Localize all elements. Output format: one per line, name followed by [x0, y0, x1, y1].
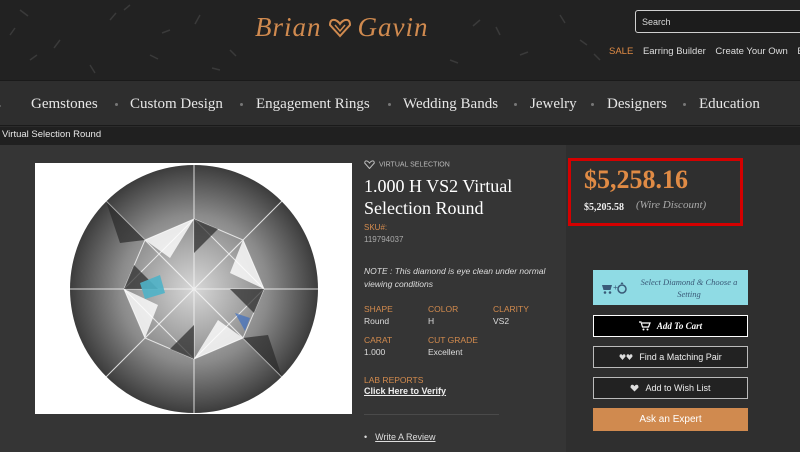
- price: $5,258.16: [584, 165, 688, 194]
- add-to-wish-list-button[interactable]: Add to Wish List: [593, 377, 748, 399]
- nav-item-jewelry[interactable]: Jewelry: [530, 96, 577, 113]
- virtual-selection-tag: VIRTUAL SELECTION: [364, 160, 450, 170]
- write-review: • Write A Review: [364, 432, 436, 442]
- add-to-cart-label: Add To Cart: [656, 321, 703, 331]
- spec-clarity-label: CLARITY: [493, 304, 529, 314]
- select-diamond-label: Select Diamond & Choose a Setting: [640, 276, 738, 299]
- diamond-image[interactable]: [35, 163, 352, 414]
- spec-shape-label: SHAPE: [364, 304, 393, 314]
- nav-separator: [683, 103, 686, 106]
- nav-item-designers[interactable]: Designers: [607, 96, 667, 113]
- ask-an-expert-button[interactable]: Ask an Expert: [593, 408, 748, 431]
- hearts-icon: [619, 354, 633, 360]
- find-matching-pair-label: Find a Matching Pair: [639, 352, 722, 362]
- spec-carat-value: 1.000: [364, 347, 386, 357]
- spec-color-value: H: [428, 316, 435, 326]
- brand-logo[interactable]: Brian Gavin: [255, 12, 429, 45]
- review-bullet: •: [364, 432, 368, 442]
- spec-shape-value: Round: [364, 316, 390, 326]
- top-link-sale[interactable]: SALE: [609, 46, 633, 57]
- nav-separator: [240, 103, 243, 106]
- nav-separator: [591, 103, 594, 106]
- nav-item-education[interactable]: Education: [699, 96, 760, 113]
- site-header: Brian Gavin SALE Earring Builder Create Y…: [0, 0, 800, 80]
- top-link-create-your-own[interactable]: Create Your Own: [715, 46, 787, 57]
- ring-icon: +: [602, 281, 627, 294]
- add-to-wish-list-label: Add to Wish List: [645, 383, 711, 393]
- top-link-earring-builder[interactable]: Earring Builder: [643, 46, 706, 57]
- spec-carat-label: CARAT: [364, 335, 393, 345]
- select-diamond-button[interactable]: + Select Diamond & Choose a Setting: [593, 270, 748, 305]
- heart-diamond-icon: [364, 160, 375, 170]
- divider: [364, 414, 499, 415]
- nav-separator: [388, 103, 391, 106]
- sku-value: 119794037: [364, 235, 404, 244]
- spec-cut-grade-label: CUT GRADE: [428, 335, 478, 345]
- nav-item-custom-design[interactable]: Custom Design: [130, 96, 223, 113]
- virtual-selection-label: VIRTUAL SELECTION: [379, 161, 450, 169]
- spec-color-label: COLOR: [428, 304, 459, 314]
- clarity-note: NOTE : This diamond is eye clean under n…: [364, 266, 546, 289]
- verify-link[interactable]: Click Here to Verify: [364, 386, 446, 396]
- logo-text-right: Gavin: [357, 12, 429, 42]
- wire-discount-price: $5,205.58: [584, 202, 624, 213]
- heart-diamond-icon: [328, 14, 352, 45]
- nav-separator: [514, 103, 517, 106]
- spec-clarity-value: VS2: [493, 316, 510, 326]
- top-links: SALE Earring Builder Create Your Own Bl: [609, 46, 800, 57]
- nav-item-previous[interactable]: s: [0, 96, 1, 113]
- nav-item-engagement-rings[interactable]: Engagement Rings: [256, 96, 370, 113]
- main-nav: s Gemstones Custom Design Engagement Rin…: [0, 80, 800, 126]
- nav-item-wedding-bands[interactable]: Wedding Bands: [403, 96, 498, 113]
- sku-label: SKU#:: [364, 223, 388, 232]
- svg-text:+: +: [613, 283, 618, 292]
- nav-item-gemstones[interactable]: Gemstones: [31, 96, 98, 113]
- search-input[interactable]: [635, 10, 800, 33]
- diamond-illustration: [70, 165, 318, 413]
- nav-separator: [115, 103, 118, 106]
- find-matching-pair-button[interactable]: Find a Matching Pair: [593, 346, 748, 368]
- logo-text-left: Brian: [255, 12, 322, 42]
- lab-reports-label: LAB REPORTS: [364, 375, 424, 385]
- breadcrumb: Virtual Selection Round: [0, 127, 800, 145]
- spec-cut-grade-value: Excellent: [428, 347, 463, 357]
- heart-icon: [630, 384, 639, 392]
- product-title: 1.000 H VS2 Virtual Selection Round: [364, 176, 513, 218]
- add-to-cart-button[interactable]: Add To Cart: [593, 315, 748, 337]
- cart-icon: [638, 321, 651, 331]
- wire-discount-label: (Wire Discount): [636, 199, 707, 211]
- write-review-link[interactable]: Write A Review: [375, 432, 435, 442]
